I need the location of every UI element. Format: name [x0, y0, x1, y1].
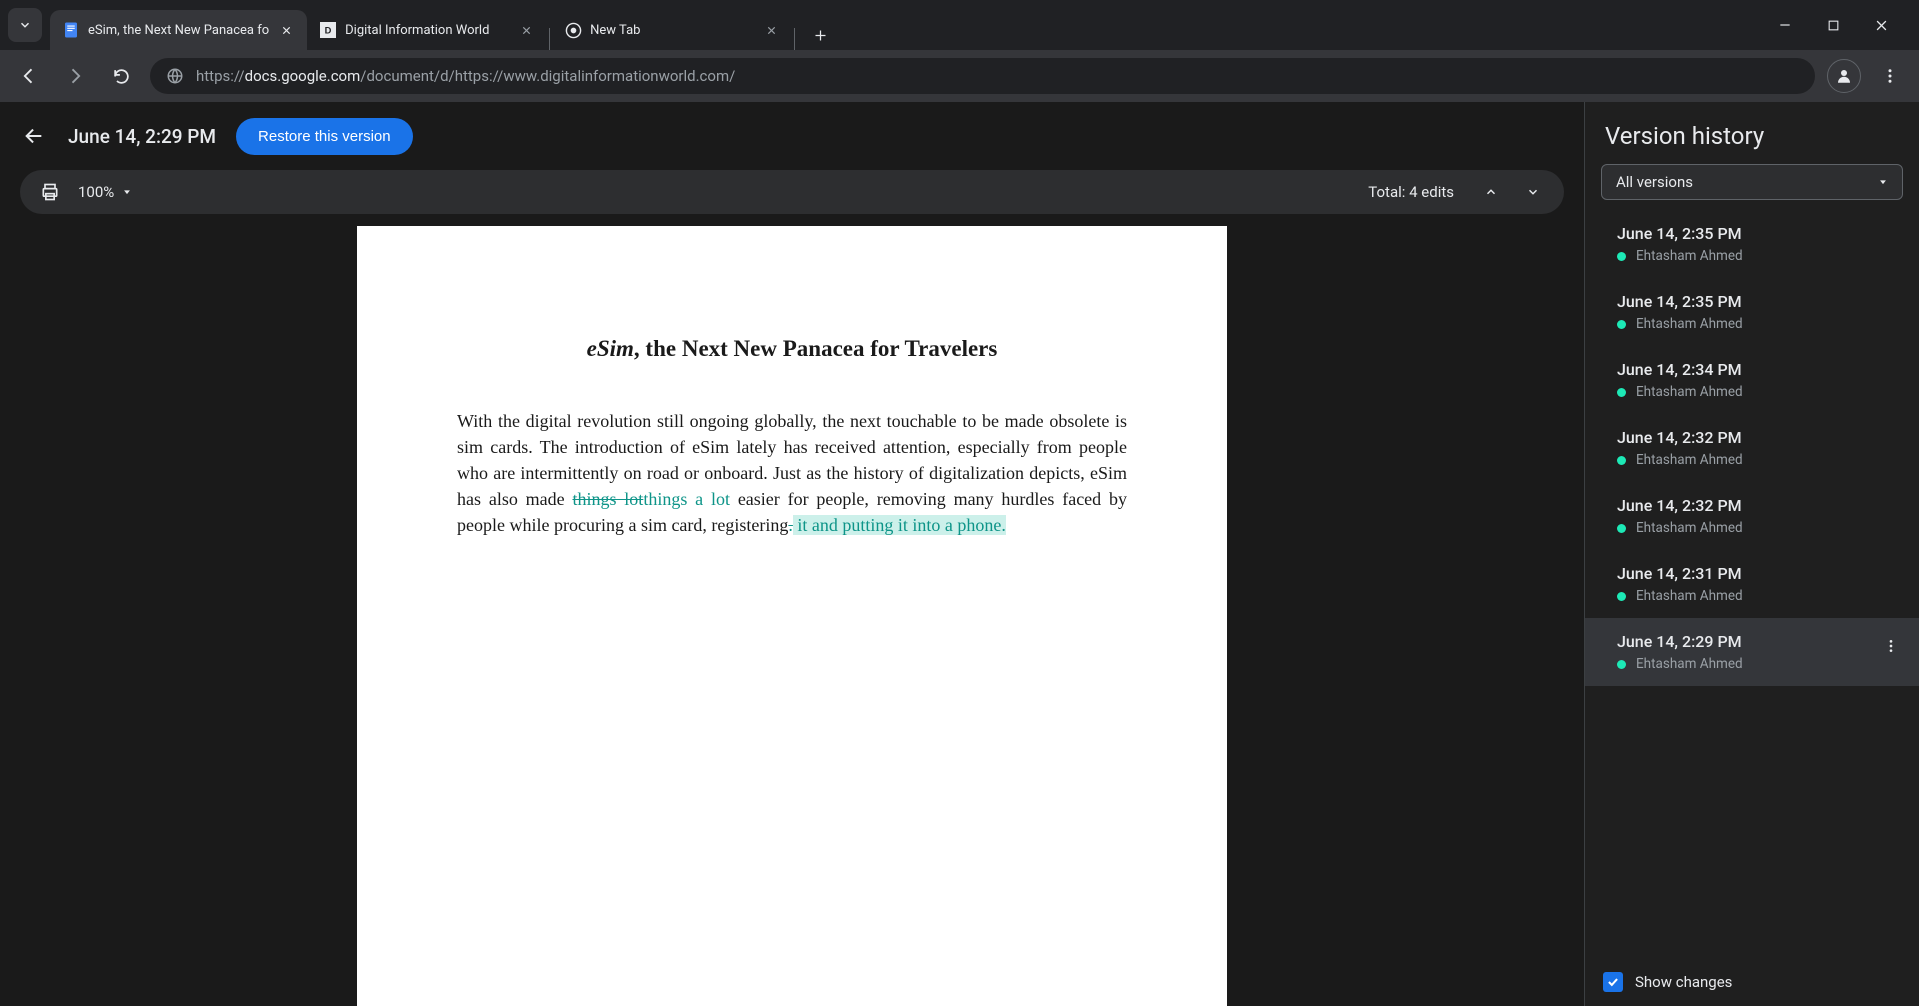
- sidebar-footer: Show changes: [1585, 958, 1919, 1006]
- current-version-date: June 14, 2:29 PM: [68, 125, 216, 148]
- doc-header: June 14, 2:29 PM Restore this version: [0, 102, 1584, 170]
- prev-edit-button[interactable]: [1478, 179, 1504, 205]
- browser-menu-button[interactable]: [1873, 59, 1907, 93]
- version-item[interactable]: June 14, 2:31 PM Ehtasham Ahmed: [1585, 550, 1919, 618]
- address-bar[interactable]: https://docs.google.com/document/d/https…: [150, 58, 1815, 94]
- reload-button[interactable]: [104, 59, 138, 93]
- tab-title: Digital Information World: [345, 23, 509, 38]
- diw-icon: D: [319, 21, 337, 39]
- page-body: With the digital revolution still ongoin…: [457, 408, 1127, 538]
- tab-title: New Tab: [590, 23, 754, 38]
- tab-newtab[interactable]: New Tab: [552, 10, 792, 50]
- version-list: June 14, 2:35 PMEhtasham AhmedJune 14, 2…: [1585, 210, 1919, 958]
- tab-strip: eSim, the Next New Panacea fo D Digital …: [50, 0, 1755, 50]
- next-edit-button[interactable]: [1520, 179, 1546, 205]
- tab-diw[interactable]: D Digital Information World: [307, 10, 547, 50]
- close-icon[interactable]: [517, 21, 535, 39]
- maximize-button[interactable]: [1819, 11, 1847, 39]
- docs-icon: [62, 21, 80, 39]
- version-menu-button[interactable]: [1879, 634, 1903, 658]
- version-author: Ehtasham Ahmed: [1617, 316, 1899, 332]
- restore-version-button[interactable]: Restore this version: [236, 118, 413, 155]
- version-item[interactable]: June 14, 2:32 PM Ehtasham Ahmed: [1585, 482, 1919, 550]
- version-author: Ehtasham Ahmed: [1617, 656, 1899, 672]
- version-date: June 14, 2:31 PM: [1617, 564, 1899, 583]
- inserted-text: things a lot: [643, 489, 730, 509]
- page-title: eSim, the Next New Panacea for Travelers: [457, 336, 1127, 362]
- tab-separator: [794, 28, 795, 50]
- close-icon[interactable]: [277, 21, 295, 39]
- svg-text:D: D: [325, 25, 332, 35]
- back-button[interactable]: [12, 59, 46, 93]
- site-info-icon[interactable]: [166, 67, 184, 85]
- author-color-dot: [1617, 524, 1626, 533]
- chevron-down-icon: [122, 187, 132, 197]
- deleted-text: things lot: [572, 489, 643, 509]
- forward-button[interactable]: [58, 59, 92, 93]
- doc-toolbar: 100% Total: 4 edits: [20, 170, 1564, 214]
- document-scroll[interactable]: eSim, the Next New Panacea for Travelers…: [0, 226, 1584, 1006]
- url-text: https://docs.google.com/document/d/https…: [196, 67, 735, 85]
- tab-separator: [549, 28, 550, 50]
- print-icon[interactable]: [38, 180, 62, 204]
- address-bar-row: https://docs.google.com/document/d/https…: [0, 50, 1919, 102]
- version-date: June 14, 2:32 PM: [1617, 428, 1899, 447]
- back-arrow-button[interactable]: [20, 122, 48, 150]
- version-author: Ehtasham Ahmed: [1617, 452, 1899, 468]
- close-icon[interactable]: [762, 21, 780, 39]
- author-color-dot: [1617, 660, 1626, 669]
- author-color-dot: [1617, 252, 1626, 261]
- filter-label: All versions: [1616, 173, 1693, 191]
- version-date: June 14, 2:34 PM: [1617, 360, 1899, 379]
- author-color-dot: [1617, 388, 1626, 397]
- zoom-dropdown[interactable]: 100%: [78, 183, 132, 201]
- version-date: June 14, 2:29 PM: [1617, 632, 1899, 651]
- version-date: June 14, 2:32 PM: [1617, 496, 1899, 515]
- tab-docs[interactable]: eSim, the Next New Panacea fo: [50, 10, 307, 50]
- close-window-button[interactable]: [1867, 11, 1895, 39]
- version-item[interactable]: June 14, 2:29 PM Ehtasham Ahmed: [1585, 618, 1919, 686]
- browser-titlebar: eSim, the Next New Panacea fo D Digital …: [0, 0, 1919, 50]
- version-author: Ehtasham Ahmed: [1617, 248, 1899, 264]
- profile-button[interactable]: [1827, 59, 1861, 93]
- show-changes-label: Show changes: [1635, 973, 1732, 991]
- author-color-dot: [1617, 320, 1626, 329]
- inserted-text: it and putting it into a phone.: [793, 515, 1006, 535]
- app-main: June 14, 2:29 PM Restore this version 10…: [0, 102, 1919, 1006]
- author-color-dot: [1617, 592, 1626, 601]
- version-date: June 14, 2:35 PM: [1617, 224, 1899, 243]
- version-author: Ehtasham Ahmed: [1617, 384, 1899, 400]
- window-controls: [1755, 11, 1911, 39]
- new-tab-button[interactable]: [805, 20, 835, 50]
- document-page: eSim, the Next New Panacea for Travelers…: [357, 226, 1227, 1006]
- version-item[interactable]: June 14, 2:32 PM Ehtasham Ahmed: [1585, 414, 1919, 482]
- zoom-value: 100%: [78, 183, 114, 201]
- version-item[interactable]: June 14, 2:35 PM Ehtasham Ahmed: [1585, 210, 1919, 278]
- chevron-down-icon: [1878, 177, 1888, 187]
- tab-search-button[interactable]: [8, 8, 42, 42]
- version-item[interactable]: June 14, 2:35 PM Ehtasham Ahmed: [1585, 278, 1919, 346]
- version-author: Ehtasham Ahmed: [1617, 588, 1899, 604]
- version-filter-dropdown[interactable]: All versions: [1601, 164, 1903, 200]
- show-changes-checkbox[interactable]: [1603, 972, 1623, 992]
- chrome-icon: [564, 21, 582, 39]
- document-area: June 14, 2:29 PM Restore this version 10…: [0, 102, 1584, 1006]
- version-history-sidebar: Version history All versions June 14, 2:…: [1584, 102, 1919, 1006]
- version-item[interactable]: June 14, 2:34 PM Ehtasham Ahmed: [1585, 346, 1919, 414]
- minimize-button[interactable]: [1771, 11, 1799, 39]
- version-author: Ehtasham Ahmed: [1617, 520, 1899, 536]
- author-color-dot: [1617, 456, 1626, 465]
- sidebar-title: Version history: [1585, 102, 1919, 164]
- tab-title: eSim, the Next New Panacea fo: [88, 23, 269, 38]
- version-date: June 14, 2:35 PM: [1617, 292, 1899, 311]
- edits-count: Total: 4 edits: [1368, 183, 1454, 201]
